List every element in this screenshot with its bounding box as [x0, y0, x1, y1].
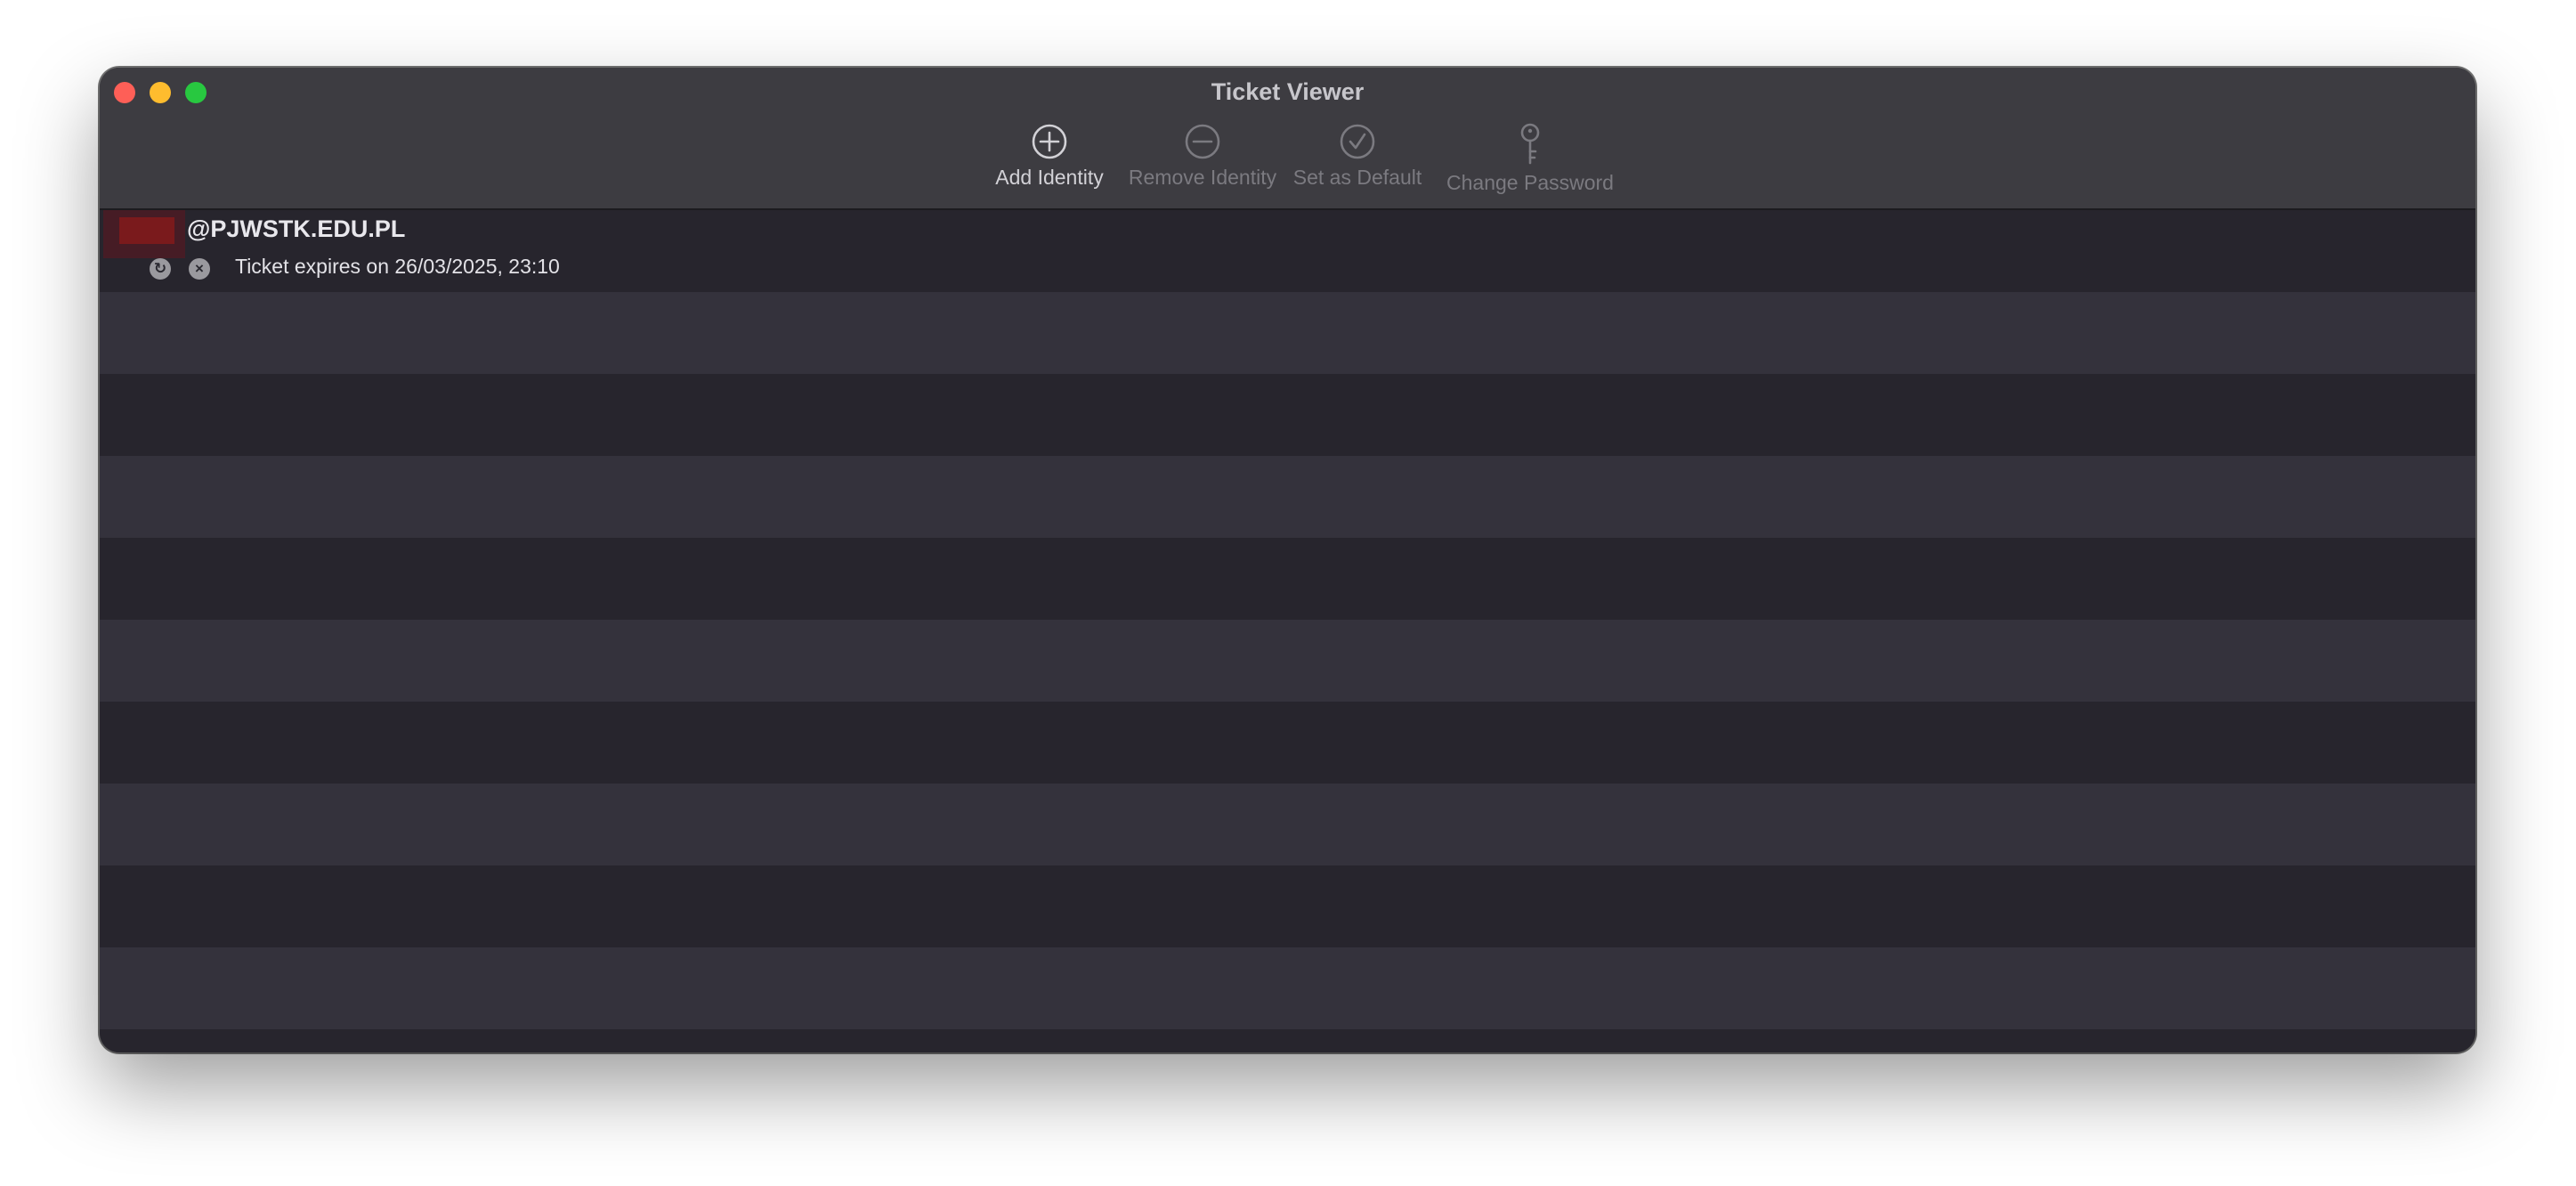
list-row [100, 865, 2475, 947]
remove-identity-button[interactable]: Remove Identity [1112, 123, 1293, 196]
add-identity-button[interactable]: Add Identity [971, 123, 1128, 196]
list-row [100, 1029, 2475, 1052]
list-row [100, 702, 2475, 784]
checkmark-circle-icon [1340, 124, 1375, 159]
refresh-icon[interactable]: ↻ [150, 258, 171, 280]
list-row [100, 620, 2475, 702]
set-as-default-button[interactable]: Set as Default [1279, 123, 1436, 196]
key-icon [1520, 123, 1540, 165]
change-password-label: Change Password [1446, 171, 1614, 194]
close-circle-icon[interactable]: × [189, 258, 210, 280]
ticket-viewer-window: Ticket Viewer Add Identity Remove Identi… [100, 68, 2475, 1052]
plus-circle-icon [1032, 124, 1067, 159]
list-row [100, 456, 2475, 538]
identity-row[interactable]: @PJWSTK.EDU.PL ↻ × Ticket expires on 26/… [100, 210, 2475, 292]
redaction-block [119, 217, 174, 244]
redacted-username [103, 210, 185, 258]
window-title: Ticket Viewer [1211, 78, 1365, 105]
title-bar: Ticket Viewer Add Identity Remove Identi… [100, 68, 2475, 210]
change-password-button[interactable]: Change Password [1437, 123, 1624, 196]
list-row [100, 947, 2475, 1029]
minus-circle-icon [1185, 124, 1220, 159]
list-row [100, 292, 2475, 374]
identity-list[interactable]: @PJWSTK.EDU.PL ↻ × Ticket expires on 26/… [100, 210, 2475, 1052]
ticket-expiry-text: Ticket expires on 26/03/2025, 23:10 [235, 255, 560, 278]
add-identity-label: Add Identity [995, 166, 1104, 189]
list-row [100, 784, 2475, 865]
principal-realm: @PJWSTK.EDU.PL [187, 215, 406, 242]
set-as-default-label: Set as Default [1292, 166, 1422, 189]
list-row [100, 374, 2475, 456]
remove-identity-label: Remove Identity [1128, 166, 1277, 189]
list-row [100, 538, 2475, 620]
